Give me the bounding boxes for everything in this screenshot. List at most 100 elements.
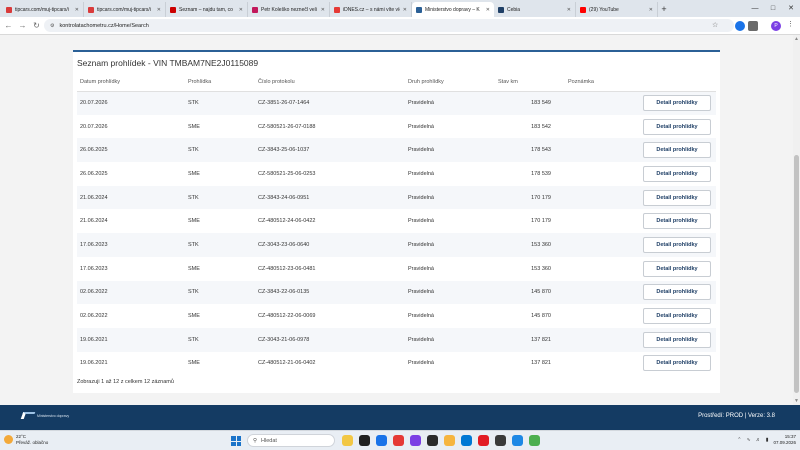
detail-inspection-button[interactable]: Detail prohlídky bbox=[643, 260, 711, 277]
tab-close-icon[interactable]: ✕ bbox=[75, 7, 79, 13]
cell-inspection: SME bbox=[188, 170, 200, 177]
cell-inspection: SME bbox=[188, 123, 200, 130]
browser-tab[interactable]: tipcars.com/muj-tipcars/i ✕ bbox=[2, 2, 84, 17]
battery-icon[interactable]: ▮ bbox=[766, 437, 769, 443]
scrollbar-thumb[interactable] bbox=[794, 155, 799, 393]
cell-kind: Pravidelná bbox=[408, 313, 434, 320]
detail-inspection-button[interactable]: Detail prohlídky bbox=[643, 284, 711, 301]
taskbar-search[interactable]: ⚲ Hledat bbox=[247, 434, 335, 447]
weather-sun-icon bbox=[4, 435, 13, 444]
cell-actions: Detail prohlídky bbox=[640, 138, 716, 163]
cell-kind: Pravidelná bbox=[408, 123, 434, 130]
tab-close-icon[interactable]: ✕ bbox=[239, 7, 243, 13]
taskbar-app-icon[interactable] bbox=[461, 435, 472, 446]
cell-date: 26.06.2025 bbox=[77, 138, 185, 163]
cell-date: 02.06.2022 bbox=[80, 313, 108, 320]
menu-kebab-icon[interactable]: ⋮ bbox=[787, 20, 794, 28]
column-header-note[interactable]: Poznámka bbox=[565, 74, 640, 92]
cell-actions: Detail prohlídky bbox=[640, 280, 716, 305]
tab-favicon-icon bbox=[6, 6, 12, 13]
taskbar-app-icon[interactable] bbox=[529, 435, 540, 446]
browser-tab[interactable]: Petr Koleško neznečl veli ✕ bbox=[248, 2, 330, 17]
detail-inspection-button[interactable]: Detail prohlídky bbox=[643, 165, 711, 182]
taskbar-app-icon[interactable] bbox=[342, 435, 353, 446]
taskbar-search-placeholder: Hledat bbox=[261, 437, 277, 444]
tab-close-icon[interactable]: ✕ bbox=[567, 7, 571, 13]
column-header-actions bbox=[640, 74, 716, 92]
tab-close-icon[interactable]: ✕ bbox=[321, 7, 325, 13]
maximize-icon[interactable]: □ bbox=[764, 0, 782, 17]
detail-inspection-button[interactable]: Detail prohlídky bbox=[643, 355, 711, 372]
taskbar-app-icon[interactable] bbox=[512, 435, 523, 446]
column-header-inspection[interactable]: Prohlídka bbox=[185, 74, 255, 92]
detail-inspection-button[interactable]: Detail prohlídky bbox=[643, 95, 711, 112]
browser-tab[interactable]: (29) YouTube ✕ bbox=[576, 2, 658, 17]
bookmark-star-icon[interactable]: ☆ bbox=[712, 21, 718, 29]
taskbar-app-icon[interactable] bbox=[393, 435, 404, 446]
ministry-logo-text: Ministerstvo dopravy bbox=[37, 413, 70, 418]
taskbar-app-icon[interactable] bbox=[427, 435, 438, 446]
tab-close-icon[interactable]: ✕ bbox=[403, 7, 407, 13]
close-window-icon[interactable]: ✕ bbox=[782, 0, 800, 17]
cell-km: 170 179 bbox=[495, 185, 565, 210]
forward-icon[interactable]: → bbox=[18, 21, 27, 30]
site-info-icon[interactable]: ⚙ bbox=[50, 23, 54, 29]
tab-close-icon[interactable]: ✕ bbox=[486, 7, 490, 13]
browser-tab[interactable]: Seznam – najdu tam, co ✕ bbox=[166, 2, 248, 17]
cell-date: 21.06.2024 bbox=[77, 185, 185, 210]
volume-icon[interactable]: ♬ bbox=[756, 437, 761, 443]
tab-favicon-icon bbox=[498, 6, 504, 13]
wifi-icon[interactable]: ∿ bbox=[747, 437, 751, 443]
cell-actions: Detail prohlídky bbox=[640, 115, 716, 139]
new-tab-button[interactable]: + bbox=[658, 2, 670, 17]
detail-inspection-button[interactable]: Detail prohlídky bbox=[643, 142, 711, 159]
column-header-kind[interactable]: Druh prohlídky bbox=[405, 74, 495, 92]
back-icon[interactable]: ← bbox=[4, 21, 13, 30]
taskbar-app-icon[interactable] bbox=[376, 435, 387, 446]
table-row: 19.06.2021 SME CZ-480512-21-06-0402 Pravide… bbox=[77, 352, 716, 376]
tab-close-icon[interactable]: ✕ bbox=[649, 7, 653, 13]
cell-note bbox=[565, 115, 640, 139]
detail-inspection-button[interactable]: Detail prohlídky bbox=[643, 236, 711, 253]
cell-actions: Detail prohlídky bbox=[640, 327, 716, 352]
browser-tab[interactable]: Cebia ✕ bbox=[494, 2, 576, 17]
cell-note bbox=[565, 327, 640, 352]
tab-label: Seznam – najdu tam, co bbox=[179, 6, 233, 13]
extension-icon[interactable] bbox=[735, 21, 745, 31]
minimize-icon[interactable]: — bbox=[746, 0, 764, 17]
weather-widget[interactable]: 22°C Převáž. oblačno bbox=[4, 434, 48, 445]
site-footer: Ministerstvo dopravy Prostředí: PROD | V… bbox=[0, 405, 800, 430]
browser-tab[interactable]: tipcars.com/muj-tipcars/i ✕ bbox=[84, 2, 166, 17]
detail-inspection-button[interactable]: Detail prohlídky bbox=[643, 308, 711, 325]
tab-close-icon[interactable]: ✕ bbox=[157, 7, 161, 13]
taskbar-app-icon[interactable] bbox=[495, 435, 506, 446]
detail-inspection-button[interactable]: Detail prohlídky bbox=[643, 189, 711, 206]
column-header-km[interactable]: Stav km bbox=[495, 74, 565, 92]
start-button-icon[interactable] bbox=[231, 436, 241, 446]
scroll-up-icon[interactable]: ▲ bbox=[794, 36, 799, 42]
browser-tab[interactable]: iDNES.cz – s námi víte víc ✕ bbox=[330, 2, 412, 17]
url-bar[interactable]: ⚙ kontrolatachometru.cz/Home/Search bbox=[44, 19, 734, 32]
cell-km: 183 542 bbox=[531, 123, 551, 130]
taskbar-app-icon[interactable] bbox=[359, 435, 370, 446]
reload-icon[interactable]: ↻ bbox=[32, 21, 41, 30]
detail-inspection-button[interactable]: Detail prohlídky bbox=[643, 213, 711, 230]
column-header-protocol[interactable]: Číslo protokolu bbox=[255, 74, 405, 92]
tray-chevron-icon[interactable]: ⌃ bbox=[737, 437, 741, 443]
taskbar-app-icon[interactable] bbox=[410, 435, 421, 446]
taskbar-app-icon[interactable] bbox=[478, 435, 489, 446]
clock[interactable]: 15:37 07.09.2026 bbox=[773, 434, 796, 446]
column-header-date[interactable]: Datum prohlídky bbox=[77, 74, 185, 92]
browser-tab[interactable]: Ministerstvo dopravy – K ✕ bbox=[412, 2, 494, 17]
cell-km: 145 870 bbox=[531, 313, 551, 320]
scroll-down-icon[interactable]: ▼ bbox=[794, 398, 799, 404]
cell-note bbox=[565, 280, 640, 305]
cell-inspection: STK bbox=[185, 91, 255, 115]
detail-inspection-button[interactable]: Detail prohlídky bbox=[643, 118, 711, 135]
extensions-puzzle-icon[interactable] bbox=[748, 21, 758, 31]
profile-avatar[interactable]: P bbox=[771, 21, 781, 31]
ministry-logo[interactable]: Ministerstvo dopravy bbox=[20, 412, 70, 419]
url-text[interactable]: kontrolatachometru.cz/Home/Search bbox=[59, 23, 148, 29]
taskbar-app-icon[interactable] bbox=[444, 435, 455, 446]
detail-inspection-button[interactable]: Detail prohlídky bbox=[643, 331, 711, 348]
